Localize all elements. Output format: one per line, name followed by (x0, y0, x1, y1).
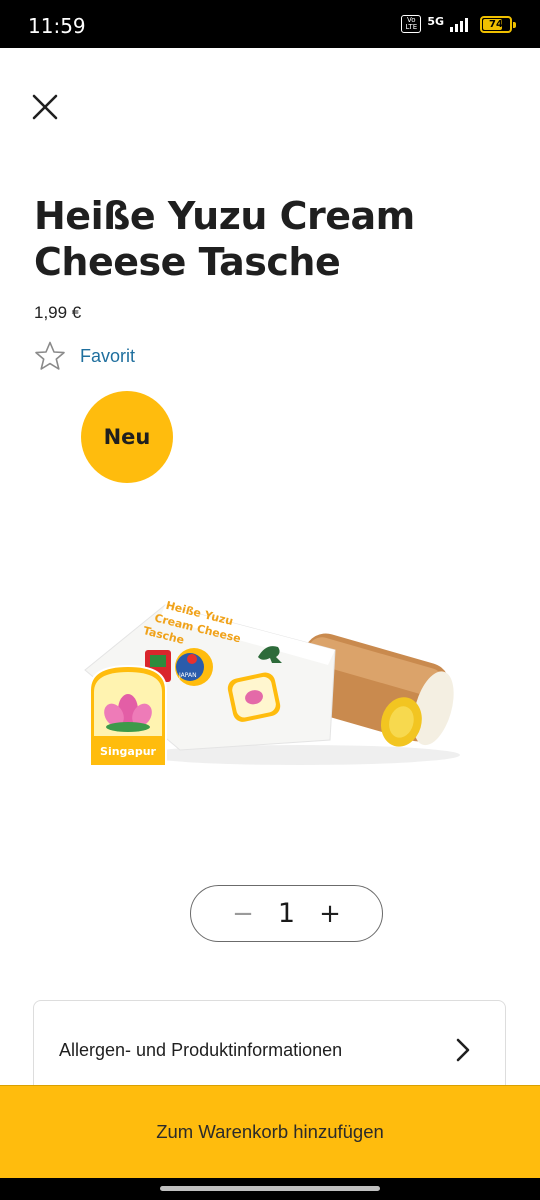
star-outline-icon (35, 341, 65, 370)
favorite-label: Favorit (80, 345, 136, 366)
decrease-quantity-button[interactable]: − (231, 901, 255, 927)
battery-icon: 74 (480, 15, 516, 33)
battery-level: 74 (489, 18, 503, 30)
status-time: 11:59 (28, 14, 86, 38)
home-indicator[interactable] (160, 1186, 380, 1191)
product-title: Heiße Yuzu Cream Cheese Tasche (34, 194, 415, 284)
quantity-stepper: − 1 + (190, 885, 383, 942)
japan-sticker-text: JAPAN (178, 672, 197, 679)
status-bar: 11:59 Vo LTE 5G 74 (0, 0, 540, 48)
product-price: 1,99 € (34, 303, 82, 322)
signal-icon (450, 16, 468, 32)
quantity-value: 1 (277, 898, 296, 929)
volte-icon: Vo LTE (401, 15, 422, 33)
close-button[interactable] (28, 90, 62, 124)
chevron-right-icon (456, 1038, 470, 1062)
singapur-sticker-text: Singapur (100, 745, 157, 758)
favorite-button[interactable]: Favorit (34, 340, 135, 372)
status-icons: Vo LTE 5G 74 (401, 14, 516, 33)
navigation-bar (0, 1178, 540, 1200)
add-to-cart-button[interactable]: Zum Warenkorb hinzufügen (0, 1085, 540, 1178)
new-badge: Neu (81, 391, 173, 483)
allergen-info-label: Allergen- und Produktinformationen (59, 1040, 343, 1060)
add-to-cart-label: Zum Warenkorb hinzufügen (156, 1121, 384, 1142)
product-image: Heiße Yuzu Cream Cheese Tasche JAPAN Sin… (84, 599, 460, 767)
close-icon (32, 94, 58, 120)
increase-quantity-button[interactable]: + (318, 901, 342, 927)
network-type: 5G (427, 14, 444, 28)
